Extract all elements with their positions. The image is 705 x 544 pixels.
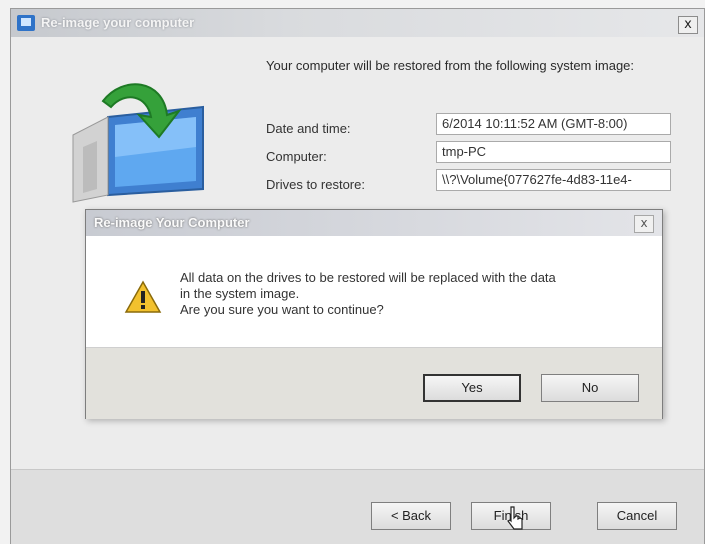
dialog-title: Re-image Your Computer	[94, 215, 250, 230]
warning-icon	[124, 280, 162, 313]
window-titlebar[interactable]: Re-image your computer x	[11, 9, 704, 37]
dialog-message-line: in the system image.	[180, 286, 300, 301]
confirm-dialog: Re-image Your Computer x All data on the…	[85, 209, 663, 419]
drives-to-restore-label: Drives to restore:	[266, 177, 365, 192]
intro-text: Your computer will be restored from the …	[266, 58, 635, 73]
no-button[interactable]: No	[541, 374, 639, 402]
back-button[interactable]: < Back	[371, 502, 451, 530]
date-time-field[interactable]: 6/2014 10:11:52 AM (GMT-8:00)	[436, 113, 671, 135]
window-footer: < Back Finish Cancel	[11, 469, 704, 544]
computer-field[interactable]: tmp-PC	[436, 141, 671, 163]
dialog-titlebar[interactable]: Re-image Your Computer x	[86, 210, 662, 236]
dialog-close-button[interactable]: x	[634, 215, 654, 233]
restore-computer-icon	[72, 83, 204, 203]
mouse-cursor-icon	[507, 506, 523, 530]
cancel-button[interactable]: Cancel	[597, 502, 677, 530]
dialog-message-line: Are you sure you want to continue?	[180, 302, 384, 317]
dialog-footer: Yes No	[86, 347, 662, 419]
app-icon	[17, 15, 35, 31]
date-time-label: Date and time:	[266, 121, 351, 136]
window-close-button[interactable]: x	[678, 16, 698, 34]
drives-to-restore-field[interactable]: \\?\Volume{077627fe-4d83-11e4-	[436, 169, 671, 191]
dialog-message: All data on the drives to be restored wi…	[180, 270, 640, 318]
computer-label: Computer:	[266, 149, 327, 164]
dialog-message-line: All data on the drives to be restored wi…	[180, 270, 556, 285]
window-title: Re-image your computer	[41, 15, 195, 30]
yes-button[interactable]: Yes	[423, 374, 521, 402]
reimage-window: Re-image your computer x Your computer w…	[10, 8, 705, 544]
